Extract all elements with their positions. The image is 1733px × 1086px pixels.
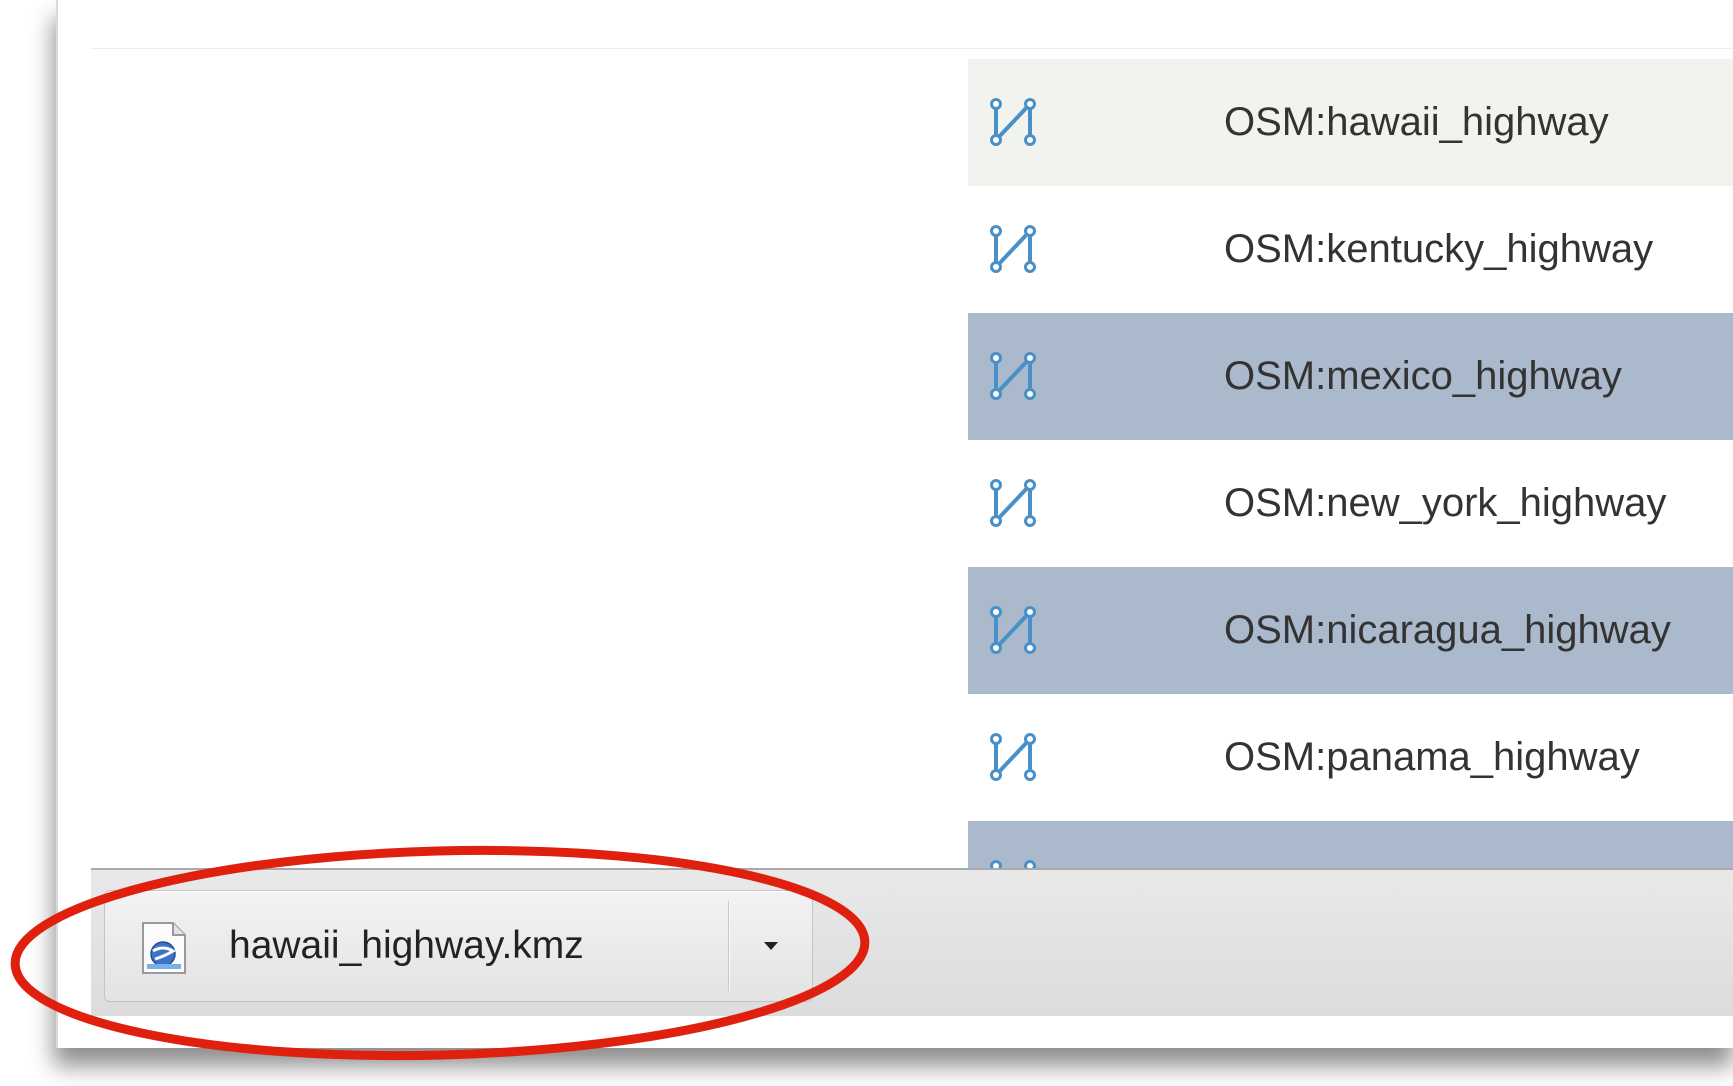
line-layer-icon: [990, 352, 1036, 400]
download-shelf: hawaii_highway.kmz: [91, 868, 1733, 1016]
line-layer-icon: [990, 479, 1036, 527]
layer-name: OSM:kentucky_highway: [1224, 227, 1654, 271]
layer-name: OSM:nicaragua_highway: [1224, 608, 1671, 652]
line-layer-icon: [990, 98, 1036, 146]
layer-preview-page: OSM:hawaii_highway OSM:kentucky_highway: [91, 48, 1733, 948]
layer-name: OSM:hawaii_highway: [1224, 100, 1609, 144]
caret-down-icon: [763, 942, 778, 950]
layer-name: OSM:mexico_highway: [1224, 354, 1622, 398]
layer-row[interactable]: OSM:nicaragua_highway: [968, 567, 1733, 694]
layer-list: OSM:hawaii_highway OSM:kentucky_highway: [968, 59, 1733, 948]
line-layer-icon: [990, 606, 1036, 654]
download-menu-button[interactable]: [729, 891, 812, 1001]
line-layer-icon: [990, 225, 1036, 273]
layer-row[interactable]: OSM:new_york_highway: [968, 440, 1733, 567]
layer-row[interactable]: OSM:mexico_highway: [968, 313, 1733, 440]
layer-name: OSM:panama_highway: [1224, 735, 1640, 779]
download-item[interactable]: hawaii_highway.kmz: [104, 890, 813, 1002]
download-file-name: hawaii_highway.kmz: [229, 924, 584, 967]
line-layer-icon: [990, 733, 1036, 781]
layer-row[interactable]: OSM:panama_highway: [968, 694, 1733, 821]
layer-row[interactable]: OSM:hawaii_highway: [968, 59, 1733, 186]
layer-row[interactable]: OSM:kentucky_highway: [968, 186, 1733, 313]
kmz-file-icon: [142, 922, 186, 974]
layer-name: OSM:new_york_highway: [1224, 481, 1667, 525]
screenshot-stage: OSM:hawaii_highway OSM:kentucky_highway: [0, 0, 1733, 1086]
browser-window: OSM:hawaii_highway OSM:kentucky_highway: [56, 0, 1733, 1048]
